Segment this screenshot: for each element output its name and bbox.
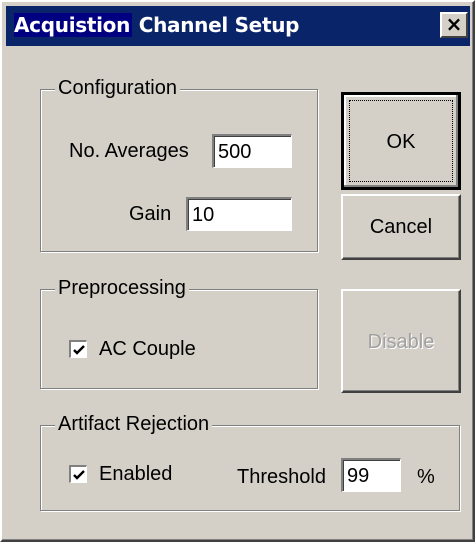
averages-input[interactable]: 500	[212, 134, 292, 168]
gain-label: Gain	[129, 203, 172, 225]
window-title-part2: Channel Setup	[132, 13, 300, 37]
disable-button-label: Disable	[367, 331, 435, 353]
threshold-label: Threshold	[237, 466, 326, 488]
ac-couple-check-box[interactable]	[69, 340, 87, 358]
disable-button[interactable]: Disable	[341, 289, 461, 393]
enabled-checkbox[interactable]: Enabled	[69, 463, 219, 489]
close-button[interactable]: ×	[440, 12, 468, 38]
acquisition-channel-setup-dialog: Acquistion Channel Setup × Configuration…	[0, 0, 475, 542]
close-icon: ×	[445, 12, 463, 36]
window-title-part1: Acquistion	[14, 13, 133, 37]
gain-input[interactable]: 10	[186, 197, 292, 231]
ac-couple-checkbox[interactable]: AC Couple	[69, 338, 249, 364]
window-title: Acquistion Channel Setup	[14, 13, 299, 37]
preprocessing-group-label: Preprocessing	[55, 277, 189, 300]
preprocessing-group: Preprocessing AC Couple	[40, 277, 318, 389]
averages-label: No. Averages	[69, 140, 189, 162]
artifact-rejection-group: Artifact Rejection Enabled Threshold 99 …	[40, 413, 460, 511]
ok-button-label: OK	[386, 131, 416, 153]
checkmark-icon	[73, 470, 85, 480]
configuration-group: Configuration No. Averages 500 Gain 10	[40, 77, 318, 252]
cancel-button-label: Cancel	[369, 216, 433, 238]
ok-button[interactable]: OK	[341, 92, 461, 190]
enabled-check-box[interactable]	[69, 465, 87, 483]
ac-couple-label: AC Couple	[99, 338, 196, 360]
title-bar[interactable]: Acquistion Channel Setup ×	[6, 6, 470, 46]
configuration-group-label: Configuration	[55, 77, 180, 100]
artifact-rejection-group-label: Artifact Rejection	[55, 413, 213, 436]
cancel-button[interactable]: Cancel	[341, 194, 461, 260]
checkmark-icon	[73, 345, 85, 355]
threshold-unit: %	[417, 466, 435, 488]
threshold-input[interactable]: 99	[341, 458, 401, 492]
enabled-label: Enabled	[99, 463, 173, 485]
